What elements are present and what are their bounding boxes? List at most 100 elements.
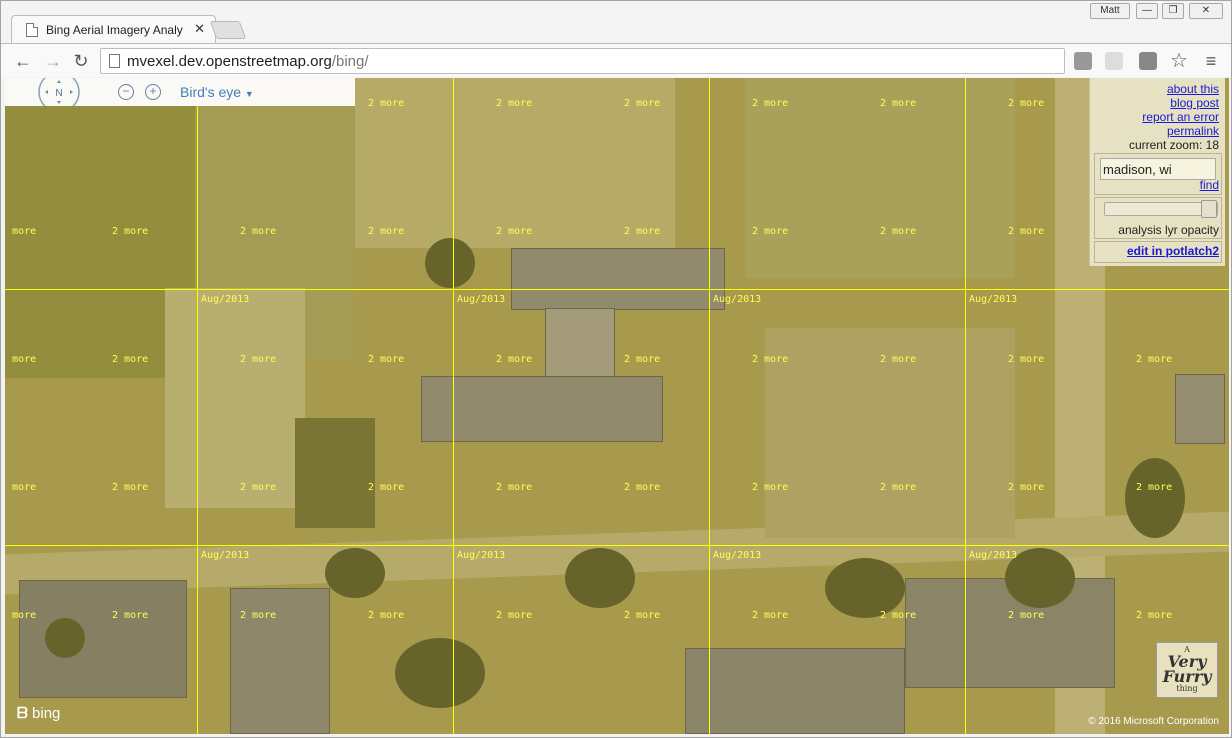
birdseye-dropdown[interactable]: Bird's eye ▼ (180, 84, 254, 100)
tile-more-label: 2 more (624, 226, 661, 237)
tile-more-label: 2 more (880, 482, 917, 493)
browser-tab[interactable]: Bing Aerial Imagery Analy ✕ (11, 15, 216, 43)
tab-title: Bing Aerial Imagery Analy (46, 23, 183, 37)
tile-more-label: 2 more (752, 482, 789, 493)
compass-label: N (55, 88, 62, 99)
very-furry-thing-logo[interactable]: A Very Furry thing (1156, 642, 1218, 698)
tile-grid-line (197, 78, 198, 734)
tile-more-label: 2 more (240, 226, 277, 237)
tile-more-label: 2 more (1008, 98, 1045, 109)
page-icon (109, 54, 120, 68)
tile-date-label: Aug/2013 (969, 550, 1018, 561)
tile-more-label: 2 more (752, 610, 789, 621)
address-bar[interactable]: mvexel.dev.openstreetmap.org/bing/ (100, 48, 1065, 74)
back-arrow-icon[interactable]: ← (13, 51, 33, 71)
tile-date-label: Aug/2013 (201, 294, 250, 305)
zoom-out-button[interactable]: − (118, 84, 134, 100)
tile-more-label: 2 more (752, 98, 789, 109)
tile-more-label: 2 more (624, 610, 661, 621)
tile-more-label: 2 more (112, 226, 149, 237)
tile-more-label: 2 more (496, 98, 533, 109)
tile-grid-line (453, 78, 454, 734)
url-text: mvexel.dev.openstreetmap.org/bing/ (127, 53, 369, 70)
tile-more-label: 2 more (368, 98, 405, 109)
tile-more-label: 2 more (5, 354, 37, 365)
tile-more-label: 2 more (368, 610, 405, 621)
tile-more-label: 2 more (5, 610, 37, 621)
aerial-map[interactable]: 2 more 2 more 2 more 2 more 2 more 2 more 2 mo… (5, 78, 1229, 734)
opacity-label: analysis lyr opacity (1118, 223, 1219, 237)
tile-more-label: 2 more (880, 610, 917, 621)
close-icon[interactable]: ✕ (194, 21, 205, 37)
menu-icon[interactable]: ≡ (1201, 51, 1221, 71)
web-page: 2 more 2 more 2 more 2 more 2 more 2 more 2 mo… (5, 78, 1229, 734)
tile-more-label: 2 more (368, 482, 405, 493)
extension-icon[interactable] (1105, 52, 1123, 70)
zoom-in-button[interactable]: + (145, 84, 161, 100)
star-icon[interactable]: ☆ (1169, 51, 1189, 71)
compass-icon[interactable]: N (37, 78, 81, 106)
tile-more-label: 2 more (1136, 482, 1173, 493)
tile-date-label: Aug/2013 (713, 294, 762, 305)
tile-more-label: 2 more (368, 354, 405, 365)
profile-button[interactable]: Matt (1090, 3, 1130, 19)
maximize-icon[interactable]: ❐ (1162, 3, 1184, 19)
page-icon (26, 23, 38, 37)
tile-more-label: 2 more (5, 226, 37, 237)
tile-more-label: 2 more (880, 226, 917, 237)
browser-toolbar: ← → ↻ mvexel.dev.openstreetmap.org/bing/… (1, 43, 1231, 77)
tile-more-label: 2 more (752, 354, 789, 365)
tile-more-label: 2 more (496, 482, 533, 493)
building-roof (421, 376, 663, 442)
tile-more-label: 2 more (624, 98, 661, 109)
opacity-slider[interactable] (1104, 200, 1218, 218)
tile-more-label: 2 more (880, 98, 917, 109)
new-tab-button[interactable] (209, 21, 247, 39)
browser-window: Bing Aerial Imagery Analy ✕ Matt — ❐ ✕ ←… (0, 0, 1232, 738)
tile-more-label: 2 more (112, 482, 149, 493)
reload-icon[interactable]: ↻ (71, 51, 91, 71)
edit-potlatch-link[interactable]: edit in potlatch2 (1127, 244, 1219, 258)
info-panel: about this blog post report an error per… (1089, 78, 1225, 266)
forward-arrow-icon[interactable]: → (43, 51, 63, 71)
tile-date-label: Aug/2013 (201, 550, 250, 561)
map-navigation-bar: N − + Bird's eye ▼ (5, 78, 355, 106)
bing-logo: ᗷ bing (17, 705, 61, 722)
title-bar: Bing Aerial Imagery Analy ✕ Matt — ❐ ✕ (1, 1, 1231, 43)
tile-more-label: 2 more (1136, 610, 1173, 621)
tile-more-label: 2 more (240, 482, 277, 493)
tile-more-label: 2 more (1136, 354, 1173, 365)
tile-more-label: 2 more (1008, 482, 1045, 493)
tile-grid-line (965, 78, 966, 734)
tile-more-label: 2 more (624, 482, 661, 493)
tile-more-label: 2 more (496, 226, 533, 237)
tile-more-label: 2 more (1008, 610, 1045, 621)
tile-date-label: Aug/2013 (713, 550, 762, 561)
tile-more-label: 2 more (1008, 226, 1045, 237)
permalink-link[interactable]: permalink (1167, 124, 1219, 138)
tile-more-label: 2 more (624, 354, 661, 365)
extension-icon[interactable] (1074, 52, 1092, 70)
tile-grid-line (5, 289, 1229, 290)
report-error-link[interactable]: report an error (1142, 110, 1219, 124)
tile-date-label: Aug/2013 (457, 294, 506, 305)
slider-handle[interactable] (1201, 200, 1217, 218)
building-roof (511, 248, 725, 310)
tile-more-label: 2 more (112, 354, 149, 365)
location-search-input[interactable] (1100, 158, 1216, 180)
blog-post-link[interactable]: blog post (1170, 96, 1219, 110)
window-close-icon[interactable]: ✕ (1189, 3, 1223, 19)
tile-more-label: 2 more (240, 610, 277, 621)
tile-date-label: Aug/2013 (457, 550, 506, 561)
tile-more-label: 2 more (112, 610, 149, 621)
tile-more-label: 2 more (5, 482, 37, 493)
tile-more-label: 2 more (1008, 354, 1045, 365)
minimize-icon[interactable]: — (1136, 3, 1158, 19)
current-zoom-text: current zoom: 18 (1128, 138, 1219, 152)
tile-more-label: 2 more (496, 354, 533, 365)
tile-more-label: 2 more (240, 354, 277, 365)
tile-grid-line (709, 78, 710, 734)
find-link[interactable]: find (1200, 178, 1219, 192)
about-link[interactable]: about this (1167, 82, 1219, 96)
extension-icon[interactable] (1139, 52, 1157, 70)
